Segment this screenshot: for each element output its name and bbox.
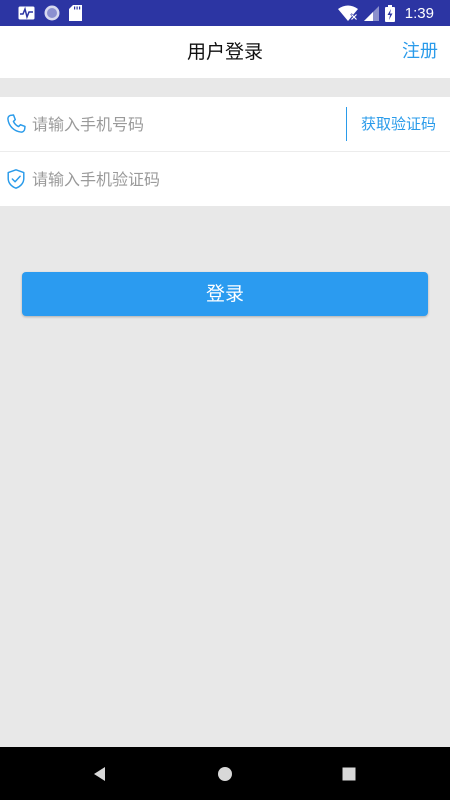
back-icon[interactable] bbox=[91, 765, 109, 783]
page-title: 用户登录 bbox=[186, 41, 263, 63]
register-button[interactable]: 注册 bbox=[402, 26, 438, 78]
recents-icon[interactable] bbox=[340, 765, 358, 783]
status-time: 1:39 bbox=[404, 4, 434, 22]
sd-card-icon bbox=[69, 5, 82, 21]
shield-check-icon bbox=[7, 169, 25, 189]
status-left-icons bbox=[18, 5, 82, 21]
code-input[interactable] bbox=[32, 162, 432, 196]
login-form: 获取验证码 bbox=[0, 97, 450, 206]
battery-charging-icon bbox=[384, 4, 395, 22]
get-code-button[interactable]: 获取验证码 bbox=[347, 97, 450, 151]
status-bar: 1:39 bbox=[0, 0, 450, 26]
phone-row: 获取验证码 bbox=[0, 97, 450, 151]
phone-input[interactable] bbox=[32, 107, 332, 141]
signal-icon bbox=[363, 5, 379, 21]
activity-icon bbox=[18, 6, 35, 20]
wifi-icon bbox=[337, 5, 358, 21]
code-row bbox=[0, 152, 450, 206]
home-icon[interactable] bbox=[216, 765, 234, 783]
login-button[interactable]: 登录 bbox=[22, 272, 428, 316]
circle-icon bbox=[44, 5, 60, 21]
status-right-icons: 1:39 bbox=[337, 3, 434, 23]
nav-bar bbox=[0, 747, 450, 800]
app-bar: 用户登录 注册 bbox=[0, 26, 450, 78]
phone-icon bbox=[7, 114, 26, 133]
